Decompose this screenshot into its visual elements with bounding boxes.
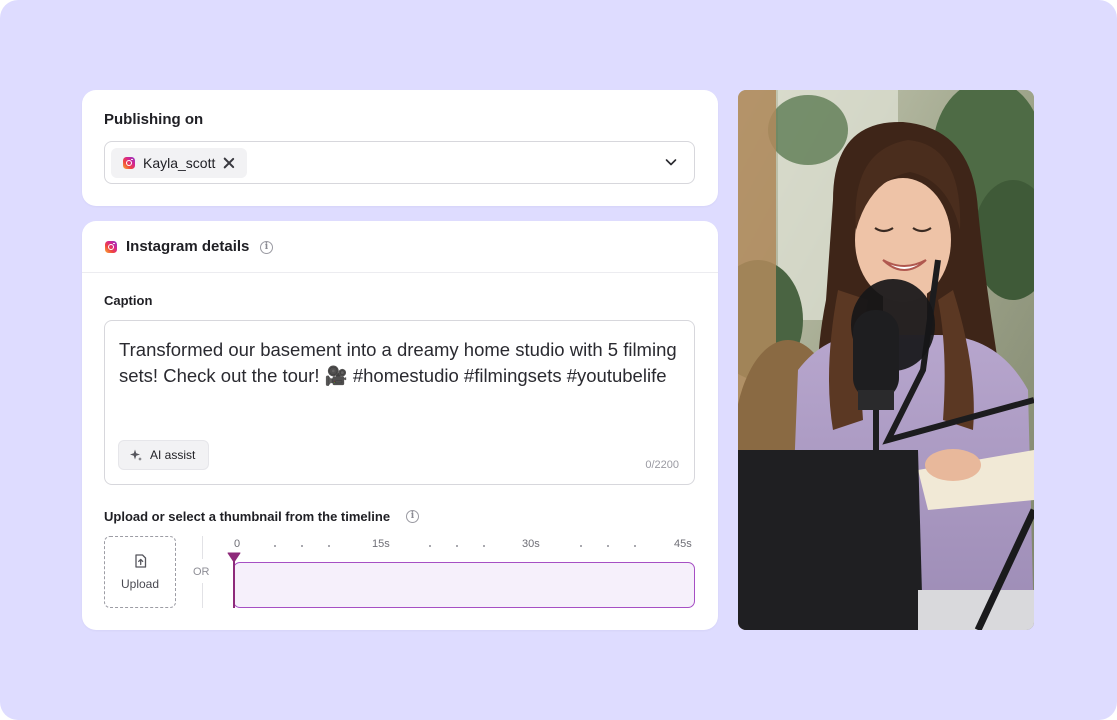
timeline-playhead[interactable] [233, 558, 235, 608]
caption-text[interactable]: Transformed our basement into a dreamy h… [119, 337, 679, 389]
timeline-tick-dot [634, 545, 636, 547]
woman-podcasting-image [738, 90, 1034, 630]
instagram-icon [123, 157, 135, 169]
details-title: Instagram details [126, 238, 250, 255]
account-chip-label: Kayla_scott [143, 155, 216, 171]
info-icon[interactable]: i [406, 510, 419, 523]
sparkle-icon [130, 449, 142, 461]
preview-photo [738, 90, 1034, 630]
character-count: 0/2200 [645, 459, 679, 471]
instagram-icon [105, 241, 117, 253]
ai-assist-label: AI assist [150, 448, 196, 462]
or-divider [202, 583, 203, 608]
publishing-card: Publishing on Kayla_scott [82, 90, 718, 206]
publishing-title: Publishing on [104, 111, 204, 128]
timeline-tick-label: 0 [234, 538, 241, 550]
upload-label: Upload [120, 577, 160, 591]
details-header: Instagram details i [82, 221, 718, 273]
timeline-tick-dot [580, 545, 582, 547]
chevron-down-icon[interactable] [664, 155, 678, 169]
timeline-tick-dot [456, 545, 458, 547]
account-select[interactable]: Kayla_scott [104, 141, 695, 184]
upload-file-icon [135, 554, 147, 568]
thumbnail-label: Upload or select a thumbnail from the ti… [104, 509, 391, 524]
account-chip[interactable]: Kayla_scott [111, 148, 247, 178]
timeline-tick-label: 45s [674, 538, 692, 550]
or-label: OR [193, 566, 210, 578]
caption-textarea[interactable]: Transformed our basement into a dreamy h… [104, 320, 695, 485]
instagram-details-card: Instagram details i Caption Transformed … [82, 221, 718, 630]
caption-label: Caption [104, 293, 153, 308]
timeline-tick-label: 30s [522, 538, 540, 550]
timeline-tick-dot [328, 545, 330, 547]
thumbnail-timeline[interactable] [233, 562, 695, 608]
upload-button[interactable]: Upload [104, 536, 176, 608]
timeline-tick-dot [274, 545, 276, 547]
timeline-tick-dot [607, 545, 609, 547]
or-divider [202, 536, 203, 559]
timeline-tick-dot [301, 545, 303, 547]
ai-assist-button[interactable]: AI assist [118, 440, 209, 470]
timeline-tick-dot [429, 545, 431, 547]
timeline-tick-label: 15s [372, 538, 390, 550]
close-icon[interactable] [223, 157, 235, 169]
timeline-tick-dot [483, 545, 485, 547]
playhead-handle-icon[interactable] [227, 552, 241, 563]
info-icon[interactable]: i [260, 241, 273, 254]
